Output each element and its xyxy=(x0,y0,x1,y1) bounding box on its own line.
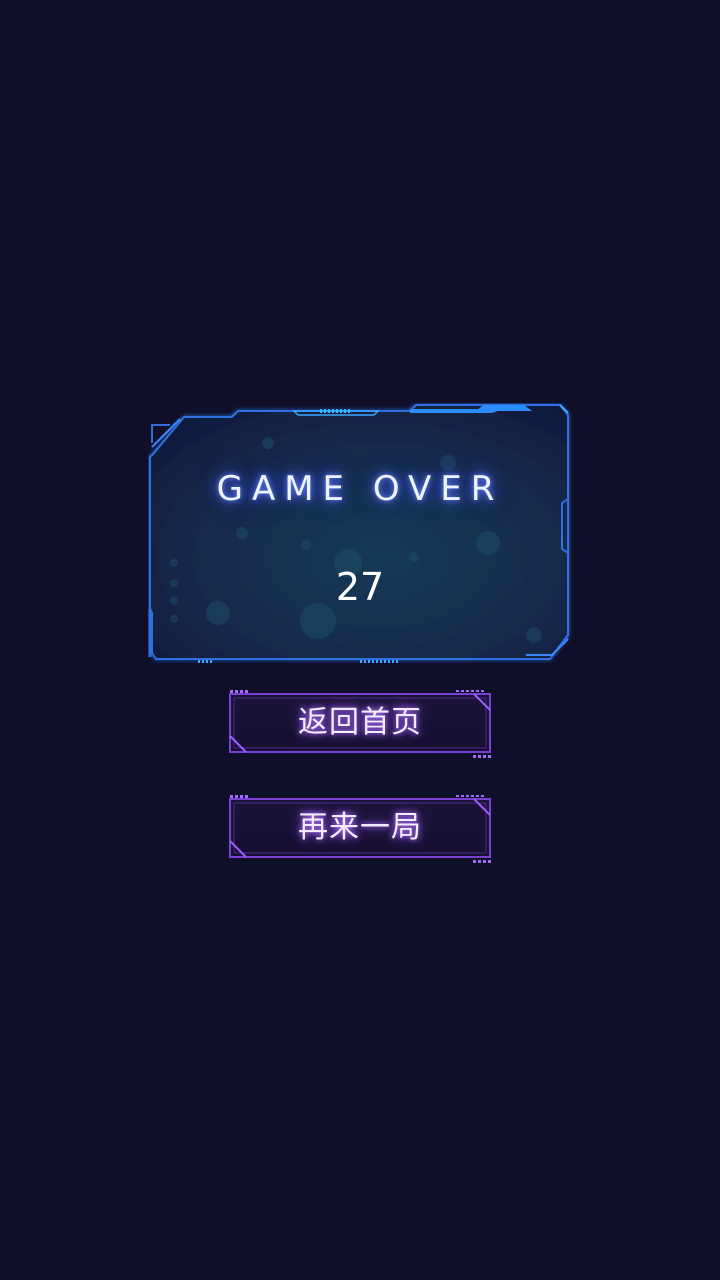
play-again-label: 再来一局 xyxy=(298,810,422,845)
game-over-screen: GAME OVER 27 返回首页 再来一局 xyxy=(0,0,720,1280)
result-panel: GAME OVER 27 xyxy=(148,403,572,665)
final-score: 27 xyxy=(335,565,385,609)
panel-frame xyxy=(148,404,569,663)
play-again-button[interactable]: 再来一局 xyxy=(228,795,492,863)
return-home-label: 返回首页 xyxy=(298,705,422,740)
game-over-title: GAME OVER xyxy=(216,469,504,509)
return-home-button[interactable]: 返回首页 xyxy=(228,690,492,758)
